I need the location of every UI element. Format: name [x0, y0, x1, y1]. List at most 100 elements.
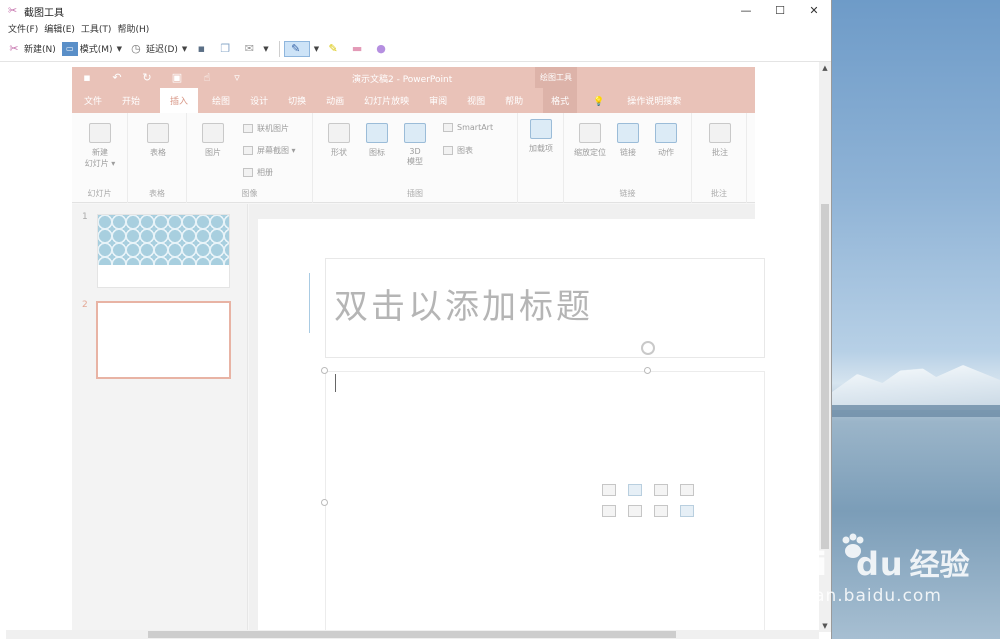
new-snip-button[interactable]: ✂ 新建(N) [6, 41, 56, 56]
screenshot-button: 屏幕截图 ▾ [243, 145, 296, 156]
paw-icon [842, 533, 864, 558]
mode-button[interactable]: ▭ 模式(M) [61, 41, 113, 56]
album-label: 相册 [257, 168, 273, 177]
chart-button: 图表 [443, 145, 473, 156]
watermark-jingyan: 经验 [909, 548, 970, 583]
send-button[interactable]: ✉ [241, 42, 259, 56]
paint3d-button[interactable]: ● [373, 42, 391, 56]
picture-button: 图片 [193, 123, 233, 158]
watermark-logo-bai: Bai [768, 545, 828, 583]
online-pictures-icon [243, 124, 253, 133]
horizontal-scroll-thumb[interactable] [148, 631, 676, 638]
comment-label: 批注 [712, 148, 728, 157]
delay-button[interactable]: ◷ 延迟(D) [128, 42, 178, 56]
album-button: 相册 [243, 167, 273, 178]
ppt-ribbon-tabs: 文件 开始 插入 绘图 设计 切换 动画 幻灯片放映 审阅 视图 帮助 格式 💡… [72, 88, 755, 113]
horizontal-scrollbar[interactable] [6, 630, 819, 639]
smartart-icon [443, 123, 453, 132]
maximize-button[interactable]: ☐ [763, 0, 797, 22]
menu-tools[interactable]: 工具(T) [81, 22, 112, 36]
addins-button: 加载项 [523, 119, 559, 154]
tell-me-label: 操作说明搜索 [627, 97, 682, 107]
slide-thumbnail-2 [96, 301, 231, 379]
group-comments-label: 批注 [711, 189, 727, 198]
picture-label: 图片 [205, 148, 221, 157]
content-placeholder [325, 371, 765, 630]
close-button[interactable]: ✕ [797, 0, 831, 22]
tab-home: 开始 [122, 97, 141, 107]
cube-icon [404, 123, 426, 143]
toolbar-separator [278, 40, 280, 57]
shapes-button: 形状 [321, 123, 357, 158]
insert-3d-model-icon [680, 484, 694, 496]
new-snip-icon: ✂ [9, 41, 19, 55]
title-accent-bar [309, 273, 310, 333]
eraser-button[interactable]: ▬ [349, 42, 367, 56]
screenshot-icon [243, 146, 253, 155]
watermark-url: jingyan.baidu.com [768, 586, 942, 606]
icons-icon [366, 123, 388, 143]
tab-draw: 绘图 [212, 97, 231, 107]
snip-canvas: ▪ ↶ ↻ ▣ ☝ ▿ 演示文稿2 - PowerPoint 绘图工具 文件 开… [6, 62, 819, 630]
new-slide-button: 新建 幻灯片 ▾ [80, 123, 120, 169]
chart-label: 图表 [457, 146, 473, 155]
star-icon [655, 123, 677, 143]
pen-button[interactable]: ✎ [283, 40, 310, 57]
save-icon: ▪ [197, 41, 206, 55]
text-cursor [335, 374, 336, 392]
menu-edit[interactable]: 编辑(E) [44, 22, 75, 36]
zoom-icon [579, 123, 601, 143]
shapes-icon [328, 123, 350, 143]
table-button: 表格 [138, 123, 178, 158]
touch-mode-icon: ☝ [203, 71, 211, 84]
vertical-scroll-thumb[interactable] [821, 204, 829, 549]
group-illustrations-label: 插图 [407, 189, 423, 198]
3d-models-button: 3D 模型 [397, 123, 433, 167]
copy-button[interactable]: ❐ [217, 42, 235, 56]
icons-button: 图标 [359, 123, 395, 158]
link-label: 链接 [620, 148, 636, 157]
slide-thumbnail-1 [97, 214, 230, 288]
eraser-icon: ▬ [351, 41, 363, 55]
delay-dropdown-icon[interactable]: ▼ [182, 45, 187, 53]
pen-dropdown-icon[interactable]: ▼ [314, 45, 319, 53]
screenshot-label: 屏幕截图 ▾ [257, 146, 296, 155]
mode-dropdown-icon[interactable]: ▼ [117, 45, 122, 53]
insert-content-icons [602, 484, 696, 517]
current-slide: 双击以添加标题 [258, 219, 765, 630]
customize-icon: ▿ [234, 71, 240, 84]
menu-help[interactable]: 帮助(H) [117, 22, 149, 36]
mode-label: 模式(M) [79, 45, 113, 55]
send-snip-icon: ✉ [244, 41, 254, 55]
window-controls: — ☐ ✕ [729, 0, 831, 22]
save-icon: ▪ [83, 71, 91, 84]
minimize-button[interactable]: — [729, 0, 763, 22]
rotate-handle-icon [641, 341, 655, 355]
smartart-button: SmartArt [443, 123, 493, 132]
new-snip-label: 新建(N) [24, 45, 56, 55]
insert-icons-icon [680, 505, 694, 517]
action-button: 动作 [646, 123, 686, 158]
highlighter-button[interactable]: ✎ [325, 42, 343, 56]
insert-chart-icon [628, 484, 642, 496]
menu-file[interactable]: 文件(F) [8, 22, 38, 36]
send-dropdown-icon[interactable]: ▼ [263, 45, 268, 53]
comment-button: 批注 [700, 123, 740, 158]
ppt-document-title: 演示文稿2 - PowerPoint [352, 75, 453, 85]
group-images: 图片 联机图片 屏幕截图 ▾ 相册 图像 [187, 113, 313, 203]
action-label: 动作 [658, 148, 674, 157]
snipping-tool-window: ✂ 截图工具 — ☐ ✕ 文件(F) 编辑(E) 工具(T) 帮助(H) ✂ 新… [0, 0, 832, 639]
new-slide-icon [89, 123, 111, 143]
scroll-down-icon[interactable]: ▼ [819, 620, 831, 632]
save-button[interactable]: ▪ [193, 42, 211, 56]
drawing-tools-context: 绘图工具 [535, 67, 577, 88]
resize-handle [321, 499, 328, 506]
scroll-up-icon[interactable]: ▲ [819, 62, 831, 74]
addins-label: 加载项 [529, 144, 553, 153]
slide-number-2: 2 [82, 300, 88, 310]
table-icon [147, 123, 169, 143]
menu-bar: 文件(F) 编辑(E) 工具(T) 帮助(H) [0, 22, 831, 36]
highlighter-icon: ✎ [328, 41, 338, 55]
group-slides-label: 幻灯片 [87, 189, 112, 198]
lightbulb-icon: 💡 [593, 97, 605, 107]
